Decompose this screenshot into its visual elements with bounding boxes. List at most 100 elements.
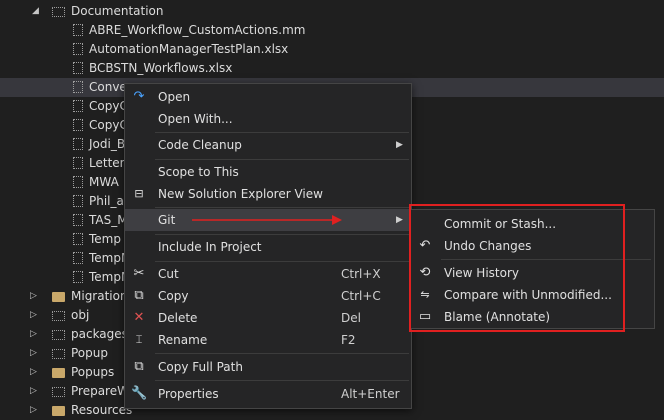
menu-item-label: Compare with Unmodified...	[444, 288, 612, 302]
copy-path-icon: ⧉	[134, 359, 144, 374]
tree-item-label: Popups	[71, 365, 115, 379]
folder-icon	[52, 406, 65, 416]
file-icon	[73, 62, 83, 74]
collapsed-arrow-icon[interactable]: ▷	[30, 287, 37, 306]
menu-shortcut: Ctrl+C	[341, 289, 381, 303]
menu-item-copy-full-path[interactable]: ⧉ Copy Full Path	[125, 356, 411, 378]
tree-item-label: packages	[71, 327, 128, 341]
file-icon	[73, 252, 83, 264]
compare-icon: ⇋	[420, 288, 430, 301]
menu-separator	[155, 380, 409, 381]
wrench-icon: 🔧	[131, 386, 148, 401]
file-icon	[73, 100, 83, 112]
tree-item-label: obj	[71, 308, 90, 322]
menu-item-compare-with-unmodified[interactable]: ⇋ Compare with Unmodified...	[411, 284, 654, 306]
menu-item-label: View History	[444, 266, 519, 280]
collapsed-arrow-icon[interactable]: ▷	[30, 401, 37, 420]
tree-item-label: MWA	[89, 175, 119, 189]
menu-item-label: Copy	[158, 289, 189, 303]
menu-item-label: Delete	[158, 311, 198, 325]
menu-item-copy[interactable]: ⧉ Copy Ctrl+C	[125, 285, 411, 307]
blame-icon: ▭	[418, 309, 432, 324]
menu-shortcut: Ctrl+X	[341, 267, 381, 281]
new-view-icon: ⊟	[134, 187, 144, 200]
menu-item-code-cleanup[interactable]: Code Cleanup ▶	[125, 134, 411, 156]
menu-item-delete[interactable]: ✕ Delete Del	[125, 307, 411, 329]
folder-icon	[52, 368, 65, 378]
menu-separator	[155, 234, 409, 235]
tree-item-label: Temp I	[89, 232, 129, 246]
tree-row-file[interactable]: AutomationManagerTestPlan.xlsx	[0, 40, 664, 59]
menu-item-blame-annotate[interactable]: ▭ Blame (Annotate)	[411, 306, 654, 328]
history-icon: ⟲	[419, 265, 431, 280]
scissors-icon: ✂	[133, 266, 145, 281]
menu-item-label: Open	[158, 90, 191, 104]
file-icon	[73, 138, 83, 150]
collapsed-arrow-icon[interactable]: ▷	[30, 363, 37, 382]
tree-row-documentation[interactable]: ◢ Documentation	[0, 2, 664, 21]
collapsed-arrow-icon[interactable]: ▷	[30, 325, 37, 344]
menu-item-cut[interactable]: ✂ Cut Ctrl+X	[125, 263, 411, 285]
menu-item-undo-changes[interactable]: ↶ Undo Changes	[411, 235, 654, 257]
collapsed-arrow-icon[interactable]: ▷	[30, 306, 37, 325]
menu-item-label: Rename	[158, 333, 208, 347]
menu-item-scope-to-this[interactable]: Scope to This	[125, 161, 411, 183]
tree-item-label: CopyC	[89, 118, 128, 132]
collapsed-arrow-icon[interactable]: ▷	[30, 382, 37, 401]
menu-shortcut: F2	[341, 333, 356, 347]
menu-separator	[155, 207, 409, 208]
menu-separator	[155, 261, 409, 262]
menu-item-label: Git	[158, 213, 176, 227]
menu-item-label: Copy Full Path	[158, 360, 243, 374]
file-icon	[73, 24, 83, 36]
tree-item-label: PrepareW	[71, 384, 129, 398]
file-icon	[73, 214, 83, 226]
annotation-arrow-icon	[192, 215, 342, 225]
open-redo-icon: ↷	[133, 89, 145, 104]
menu-item-label: Undo Changes	[444, 239, 532, 253]
menu-item-label: Open With...	[158, 112, 233, 126]
tree-row-file[interactable]: BCBSTN_Workflows.xlsx	[0, 59, 664, 78]
delete-x-icon: ✕	[133, 310, 145, 325]
menu-separator	[155, 353, 409, 354]
menu-item-view-history[interactable]: ⟲ View History	[411, 262, 654, 284]
menu-item-rename[interactable]: ⌶ Rename F2	[125, 329, 411, 351]
menu-item-label: Scope to This	[158, 165, 239, 179]
menu-item-properties[interactable]: 🔧 Properties Alt+Enter	[125, 383, 411, 405]
menu-item-open[interactable]: ↷ Open	[125, 86, 411, 108]
tree-item-label: Conve	[89, 80, 127, 94]
menu-item-commit-or-stash[interactable]: Commit or Stash...	[411, 213, 654, 235]
tree-item-label: Popup	[71, 346, 108, 360]
git-submenu: Commit or Stash... ↶ Undo Changes ⟲ View…	[410, 209, 655, 329]
collapsed-arrow-icon[interactable]: ▷	[30, 344, 37, 363]
tree-item-label: Migration	[71, 289, 128, 303]
rename-icon: ⌶	[135, 333, 143, 346]
folder-icon	[52, 7, 65, 17]
menu-item-label: Blame (Annotate)	[444, 310, 551, 324]
menu-separator	[441, 259, 651, 260]
folder-icon	[52, 387, 65, 397]
tree-row-file[interactable]: ABRE_Workflow_CustomActions.mm	[0, 21, 664, 40]
menu-item-label: Properties	[158, 387, 219, 401]
menu-shortcut: Del	[341, 311, 361, 325]
menu-item-label: Code Cleanup	[158, 138, 242, 152]
menu-item-label: New Solution Explorer View	[158, 187, 323, 201]
file-icon	[73, 157, 83, 169]
tree-item-label: AutomationManagerTestPlan.xlsx	[89, 42, 289, 56]
menu-item-label: Cut	[158, 267, 179, 281]
tree-item-label: CopyC	[89, 99, 128, 113]
menu-separator	[155, 132, 409, 133]
file-icon	[73, 271, 83, 283]
folder-icon	[52, 311, 65, 321]
file-icon	[73, 43, 83, 55]
menu-item-open-with[interactable]: Open With...	[125, 108, 411, 130]
expanded-arrow-icon[interactable]: ◢	[32, 2, 39, 21]
menu-item-label: Commit or Stash...	[444, 217, 557, 231]
menu-item-include-in-project[interactable]: Include In Project	[125, 236, 411, 258]
folder-icon	[52, 349, 65, 359]
file-icon	[73, 195, 83, 207]
folder-icon	[52, 330, 65, 340]
tree-item-label: ABRE_Workflow_CustomActions.mm	[89, 23, 306, 37]
menu-item-new-solution-explorer-view[interactable]: ⊟ New Solution Explorer View	[125, 183, 411, 205]
file-icon	[73, 233, 83, 245]
